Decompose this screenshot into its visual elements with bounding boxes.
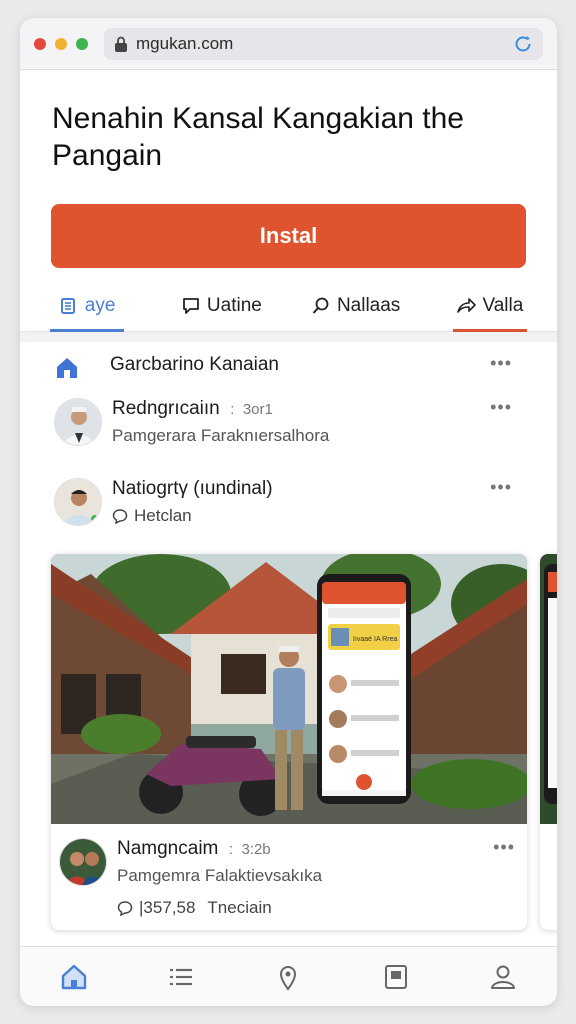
tab-label: aye: [84, 294, 116, 316]
reload-icon[interactable]: [513, 34, 533, 54]
chat-icon: [183, 297, 199, 314]
share-icon: [457, 297, 477, 313]
home-icon: [57, 358, 77, 378]
feed-header-title: Garcbarino Kanaian: [110, 354, 279, 375]
more-options-icon[interactable]: •••: [493, 838, 515, 856]
chat-bubble-icon: [112, 509, 128, 524]
post-author: Namgncaim: [117, 838, 219, 859]
chat-bubble-icon: [117, 901, 133, 916]
maximize-dot[interactable]: [76, 37, 88, 50]
tab-uatine[interactable]: Uatine: [154, 280, 288, 331]
minimize-dot[interactable]: [55, 37, 67, 50]
post-stats-label: Tneciain: [207, 898, 272, 917]
tab-label: Nallaas: [336, 294, 401, 316]
url-text: mgukan.com: [136, 33, 234, 53]
avatar: [59, 838, 107, 886]
page-title: Nenahin Kansal Kangakian the Pangain: [52, 102, 464, 172]
more-options-icon[interactable]: •••: [490, 354, 512, 372]
more-options-icon[interactable]: •••: [490, 398, 512, 416]
feed-item-name: Redngrıcaiın: [112, 398, 220, 419]
install-button[interactable]: Instal: [51, 204, 526, 268]
tab-label: Uatine: [206, 294, 262, 316]
nav-profile[interactable]: [485, 959, 521, 995]
tab-valla[interactable]: Valla: [423, 280, 557, 332]
list-icon: [170, 968, 193, 985]
nav-map[interactable]: [270, 959, 306, 995]
nav-list[interactable]: [163, 959, 199, 995]
avatar: [54, 478, 102, 526]
avatar: [54, 398, 102, 446]
lock-icon: [115, 36, 127, 52]
close-dot[interactable]: [34, 37, 46, 50]
map-pin-icon: [280, 965, 297, 991]
feed-item[interactable]: Natiogrtγ (ıundinal) Hetclan •••: [54, 478, 524, 526]
nav-home[interactable]: [56, 959, 92, 995]
book-icon: [60, 297, 75, 314]
browser-chrome: mgukan.com: [20, 18, 557, 70]
tab-bar: aye Uatine Nallaas Valla: [20, 280, 557, 332]
bookmark-icon: [384, 964, 407, 989]
phone-banner-text: Iıvaaé IA Rrea: [353, 636, 397, 643]
home-icon: [61, 964, 86, 989]
feed-item-time: 3or1: [242, 401, 273, 418]
feed-item[interactable]: Redngrıcaiın : 3or1 Pamgerara Faraknıers…: [54, 398, 524, 446]
feed-item-text: Natiogrtγ (ıundinal) Hetclan: [112, 478, 273, 526]
feed-item-name: Natiogrtγ (ıundinal): [112, 478, 273, 499]
next-post-image: [540, 554, 557, 824]
feed-item-subtitle: Hetclan: [134, 506, 192, 525]
more-options-icon[interactable]: •••: [490, 478, 512, 496]
tab-nallaas[interactable]: Nallaas: [289, 280, 423, 331]
feed-item-meta: Hetclan: [112, 506, 273, 526]
browser-window: mgukan.com Nenahin Kansal Kangakian the …: [20, 18, 557, 1006]
post-meta: Namgncaim : 3:2b Pamgemra Falaktievsakık…: [51, 824, 527, 918]
search-icon: [312, 297, 329, 314]
post-subtitle: Pamgemra Falaktievsakıka: [117, 866, 323, 885]
bottom-navigation: [20, 946, 557, 1006]
post-stats-count: |357,58: [139, 898, 196, 917]
section-divider: [20, 332, 557, 342]
feed-item-text: Redngrıcaiın : 3or1 Pamgerara Faraknıers…: [112, 398, 330, 445]
next-post-card[interactable]: [540, 554, 557, 930]
tab-aye[interactable]: aye: [20, 280, 154, 332]
post-card[interactable]: Iıvaaé IA Rrea Namgncaim: 3:2b Pamgemra…: [51, 554, 527, 930]
feed-header[interactable]: Garcbarino Kanaian •••: [54, 354, 524, 381]
address-bar[interactable]: mgukan.com: [104, 27, 543, 60]
post-time: 3:2b: [241, 841, 271, 858]
tab-label: Valla: [482, 294, 524, 316]
nav-saved[interactable]: [378, 959, 414, 995]
post-image[interactable]: Iıvaaé IA Rrea: [51, 554, 527, 824]
window-controls: [34, 37, 88, 50]
post-meta-text: Namgncaim : 3:2b Pamgemra Falaktievsakık…: [117, 838, 323, 918]
feed-item-subtitle: Pamgerara Faraknıersalhora: [112, 426, 330, 445]
profile-icon: [491, 965, 516, 989]
post-stats[interactable]: |357,58 Tneciain: [117, 898, 322, 918]
